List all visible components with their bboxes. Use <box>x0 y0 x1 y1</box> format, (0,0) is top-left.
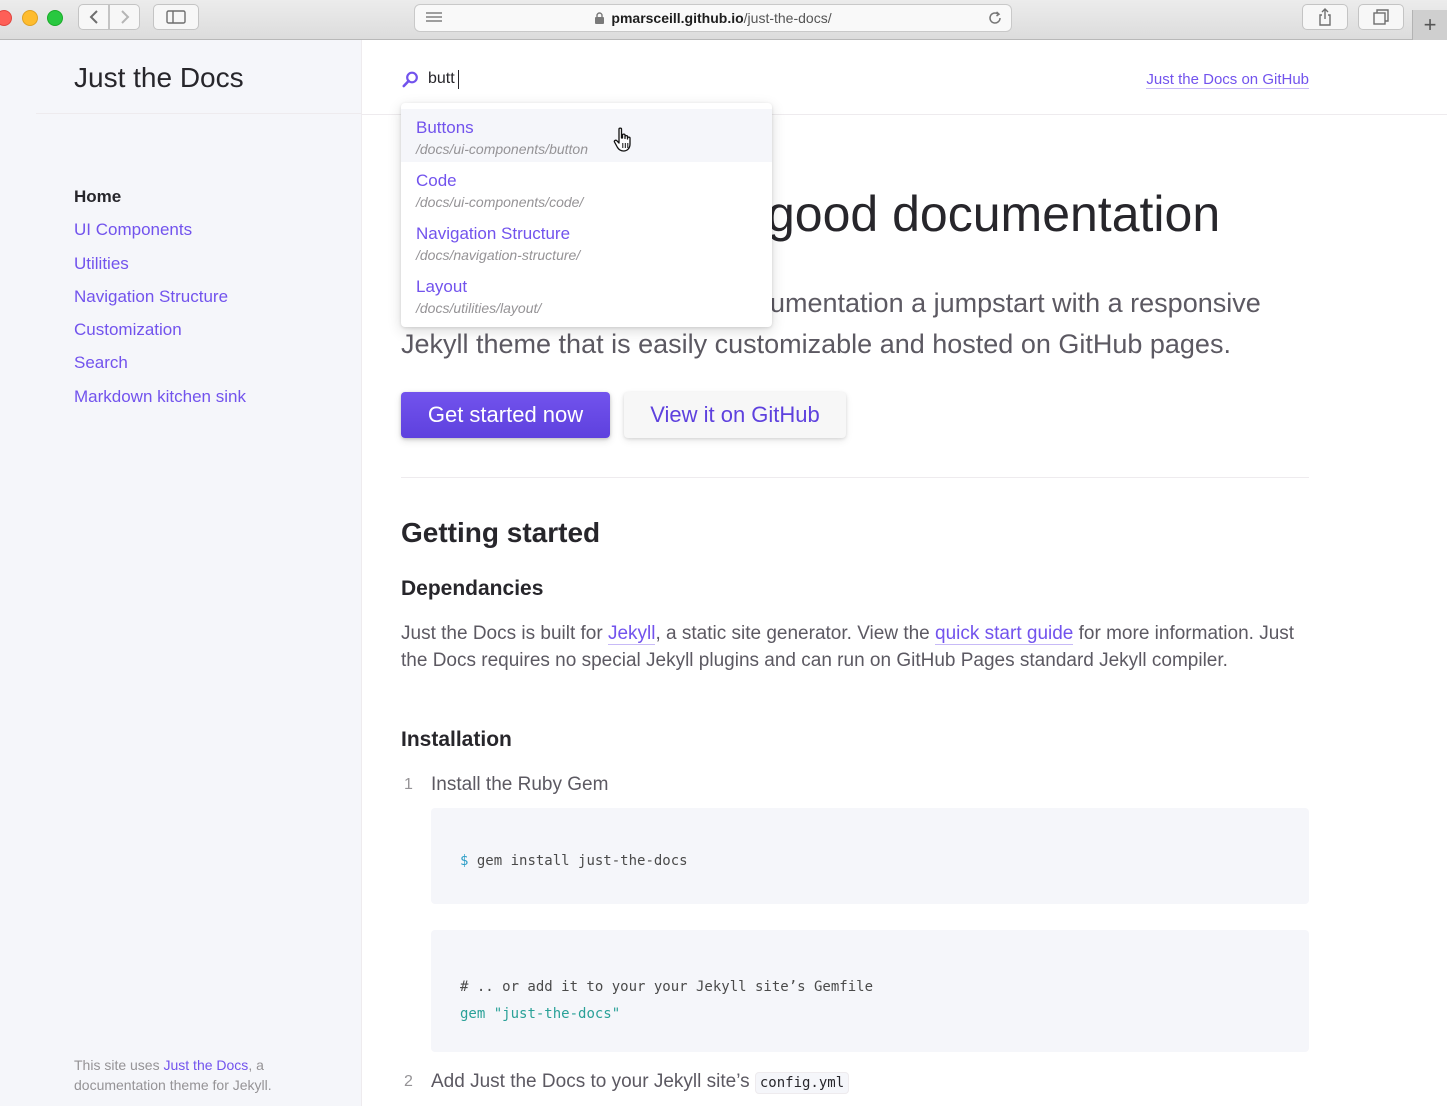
sidebar-toggle-button[interactable] <box>153 4 199 30</box>
shell-prompt: $ <box>460 853 469 869</box>
zoom-window-button[interactable] <box>47 10 63 26</box>
nav-item-ui-components: UI Components <box>74 213 246 246</box>
reader-view-icon[interactable] <box>425 11 443 28</box>
code-line-gem: gem "just-the-docs" <box>460 1001 1309 1028</box>
search-result-item[interactable]: Navigation Structure /docs/navigation-st… <box>401 215 772 268</box>
step-number: 1 <box>404 776 413 793</box>
reload-icon[interactable] <box>987 10 1003 29</box>
search-result-item[interactable]: Buttons /docs/ui-components/button <box>401 109 772 162</box>
nav-link-navigation-structure[interactable]: Navigation Structure <box>74 287 228 306</box>
install-command: gem install just-the-docs <box>476 853 688 869</box>
step-2-text: Add Just the Docs to your Jekyll site’s <box>431 1071 755 1092</box>
plus-icon: + <box>1423 12 1437 37</box>
content-divider <box>401 477 1309 478</box>
search-result-title: Buttons <box>416 118 474 137</box>
site-title[interactable]: Just the Docs <box>74 62 244 94</box>
footer-theme-link[interactable]: Just the Docs <box>163 1057 248 1073</box>
tabs-icon <box>1373 9 1389 25</box>
search-result-path: /docs/utilities/layout/ <box>416 300 542 316</box>
page-title: good documentation <box>767 186 1221 242</box>
tabs-overview-button[interactable] <box>1358 4 1404 30</box>
code-block-gemfile: # .. or add it to your your Jekyll site’… <box>431 930 1309 1052</box>
dependencies-text-2: , a static site generator. View the <box>655 623 936 644</box>
url-path: /just-the-docs/ <box>743 10 832 26</box>
nav-item-utilities: Utilities <box>74 247 246 280</box>
sidebar-footer: This site uses Just the Docs, a document… <box>74 1055 334 1095</box>
nav-item-home: Home <box>74 180 246 213</box>
share-button[interactable] <box>1302 4 1348 30</box>
search-result-title: Navigation Structure <box>416 224 571 243</box>
forward-button[interactable] <box>109 4 140 30</box>
nav-link-ui-components[interactable]: UI Components <box>74 220 192 239</box>
step-text: Add Just the Docs to your Jekyll site’s … <box>431 1071 850 1094</box>
nav-item-search: Search <box>74 346 246 379</box>
lead-line-2: Jekyll theme that is easily customizable… <box>401 329 1231 359</box>
share-icon <box>1319 8 1331 26</box>
nav-link-utilities[interactable]: Utilities <box>74 254 129 273</box>
step-text: Install the Ruby Gem <box>431 774 609 795</box>
new-tab-button[interactable]: + <box>1412 10 1447 40</box>
get-started-button[interactable]: Get started now <box>401 392 610 438</box>
search-result-title: Code <box>416 171 457 190</box>
footer-text-prefix: This site uses <box>74 1057 164 1073</box>
minimize-window-button[interactable] <box>22 10 38 26</box>
installation-heading: Installation <box>401 728 512 751</box>
url-host: pmarsceill.github.io <box>611 10 744 26</box>
code-comment: # .. or add it to your your Jekyll site’… <box>460 979 874 995</box>
close-window-button[interactable] <box>0 10 12 26</box>
lead-line-1: umentation a jumpstart with a responsive <box>770 288 1261 318</box>
nav-link-search[interactable]: Search <box>74 353 128 372</box>
nav-link-home[interactable]: Home <box>74 187 121 206</box>
quick-start-guide-link[interactable]: quick start guide <box>935 623 1074 645</box>
search-input[interactable] <box>428 66 748 92</box>
nav-link-customization[interactable]: Customization <box>74 320 182 339</box>
lock-icon <box>594 11 605 25</box>
dependencies-heading: Dependancies <box>401 577 544 600</box>
text-caret <box>458 70 459 89</box>
getting-started-heading: Getting started <box>401 517 601 548</box>
dependencies-text-1: Just the Docs is built for <box>401 623 608 644</box>
inline-code-config: config.yml <box>754 1072 850 1094</box>
nav-item-markdown-kitchen-sink: Markdown kitchen sink <box>74 380 246 413</box>
search-results-dropdown: Buttons /docs/ui-components/button Code … <box>401 103 772 327</box>
search-icon <box>402 71 419 93</box>
back-button[interactable] <box>78 4 109 30</box>
search-result-path: /docs/ui-components/button <box>416 141 588 157</box>
code-string: "just-the-docs" <box>493 1006 621 1022</box>
browser-toolbar: pmarsceill.github.io/just-the-docs/ + <box>0 0 1447 40</box>
step-number: 2 <box>404 1073 413 1090</box>
chevron-left-icon <box>89 10 98 24</box>
search-result-title: Layout <box>416 277 468 296</box>
sidebar-icon <box>166 10 186 24</box>
hand-pointer-cursor-icon <box>613 127 635 158</box>
sidebar-divider <box>36 113 361 114</box>
view-on-github-button[interactable]: View it on GitHub <box>624 392 846 438</box>
nav-link-markdown-kitchen-sink[interactable]: Markdown kitchen sink <box>74 387 246 406</box>
code-keyword: gem <box>460 1006 486 1022</box>
search-result-path: /docs/ui-components/code/ <box>416 194 584 210</box>
search-result-path: /docs/navigation-structure/ <box>416 247 581 263</box>
jekyll-link[interactable]: Jekyll <box>607 623 656 645</box>
chevron-right-icon <box>120 10 129 24</box>
github-aux-link[interactable]: Just the Docs on GitHub <box>1146 71 1309 89</box>
site-nav: Home UI Components Utilities Navigation … <box>74 180 246 413</box>
code-block-install: $ gem install just-the-docs <box>431 808 1309 904</box>
nav-item-customization: Customization <box>74 313 246 346</box>
sidebar: Just the Docs Home UI Components Utiliti… <box>0 40 362 1106</box>
search-result-item[interactable]: Layout /docs/utilities/layout/ <box>401 268 772 321</box>
nav-item-navigation-structure: Navigation Structure <box>74 280 246 313</box>
dependencies-paragraph: Just the Docs is built for Jekyll, a sta… <box>401 620 1309 674</box>
search-result-item[interactable]: Code /docs/ui-components/code/ <box>401 162 772 215</box>
address-bar[interactable]: pmarsceill.github.io/just-the-docs/ <box>414 4 1012 32</box>
